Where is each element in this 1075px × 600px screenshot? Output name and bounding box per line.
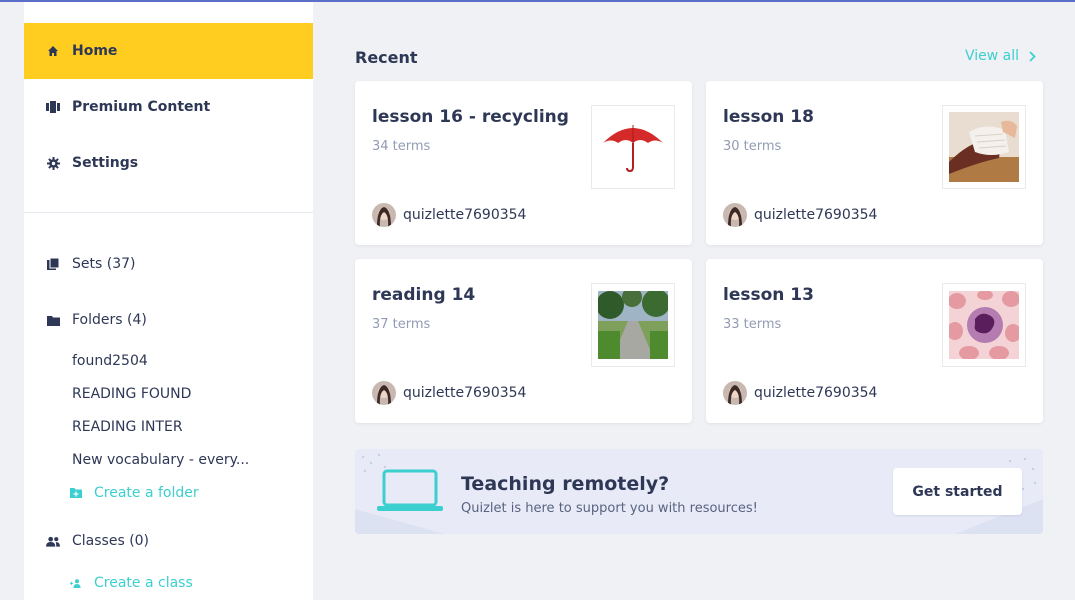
study-set-card[interactable]: lesson 13 33 terms quizlette7690354 [706,259,1043,423]
add-folder-icon [70,487,82,499]
bandaged-hand-image [942,105,1026,189]
gear-icon [46,156,60,170]
sidebar-item-label: Home [72,43,118,59]
username: quizlette7690354 [403,207,527,223]
term-count: 30 terms [723,139,782,154]
study-set-card[interactable]: reading 14 37 terms quizlette7690354 [355,259,692,423]
sidebar-item-home[interactable]: Home [24,23,313,79]
creator-info[interactable]: quizlette7690354 [723,381,877,405]
sidebar-item-sets[interactable]: Sets (37) [24,244,313,284]
add-class-icon [70,577,82,589]
sidebar-item-folders[interactable]: Folders (4) [24,300,313,340]
term-count: 34 terms [372,139,431,154]
folder-icon [46,313,60,327]
study-set-card[interactable]: lesson 16 - recycling 34 terms quizlette… [355,81,692,245]
sidewalk-image [591,283,675,367]
sidebar-divider [24,212,313,213]
blood-cell-image [942,283,1026,367]
set-title: lesson 13 [723,285,814,305]
sidebar-item-label: Sets (37) [72,256,136,272]
creator-info[interactable]: quizlette7690354 [723,203,877,227]
set-title: reading 14 [372,285,476,305]
view-all-link[interactable]: View all [965,48,1036,64]
people-icon [46,534,60,548]
banner-title: Teaching remotely? [461,473,670,495]
folder-link[interactable]: READING FOUND [72,386,191,402]
avatar [372,381,396,405]
avatar [723,381,747,405]
create-class-link[interactable]: Create a class [70,575,193,591]
username: quizlette7690354 [403,385,527,401]
premium-content-icon [46,100,60,114]
sidebar-item-label: Classes (0) [72,533,150,549]
folder-link[interactable]: found2504 [72,353,148,369]
create-folder-label: Create a folder [94,485,199,501]
sidebar-item-classes[interactable]: Classes (0) [24,521,313,561]
create-class-label: Create a class [94,575,193,591]
username: quizlette7690354 [754,385,878,401]
sidebar-item-premium-content[interactable]: Premium Content [24,79,313,135]
create-folder-link[interactable]: Create a folder [70,485,199,501]
sets-icon [46,257,60,271]
folder-link[interactable]: READING INTER [72,419,183,435]
creator-info[interactable]: quizlette7690354 [372,381,526,405]
creator-info[interactable]: quizlette7690354 [372,203,526,227]
avatar [723,203,747,227]
teaching-remotely-banner: Teaching remotely? Quizlet is here to su… [355,449,1043,534]
laptop-icon [377,469,443,517]
username: quizlette7690354 [754,207,878,223]
sidebar-item-label: Folders (4) [72,312,147,328]
set-title: lesson 16 - recycling [372,107,569,127]
chevron-right-icon [1029,50,1036,62]
recent-heading: Recent [355,48,418,67]
sidebar-item-label: Settings [72,155,139,171]
term-count: 37 terms [372,317,431,332]
avatar [372,203,396,227]
umbrella-image [591,105,675,189]
term-count: 33 terms [723,317,782,332]
study-set-card[interactable]: lesson 18 30 terms quizlette7690354 [706,81,1043,245]
sidebar-item-settings[interactable]: Settings [24,135,313,191]
set-title: lesson 18 [723,107,814,127]
home-icon [46,44,60,58]
sidebar-item-label: Premium Content [72,99,211,115]
banner-subtitle: Quizlet is here to support you with reso… [461,501,758,516]
view-all-label: View all [965,48,1020,64]
get-started-button[interactable]: Get started [893,468,1022,515]
sidebar: Home Premium Content Settings Sets (37) … [24,2,313,600]
folder-link[interactable]: New vocabulary - every... [72,452,249,468]
